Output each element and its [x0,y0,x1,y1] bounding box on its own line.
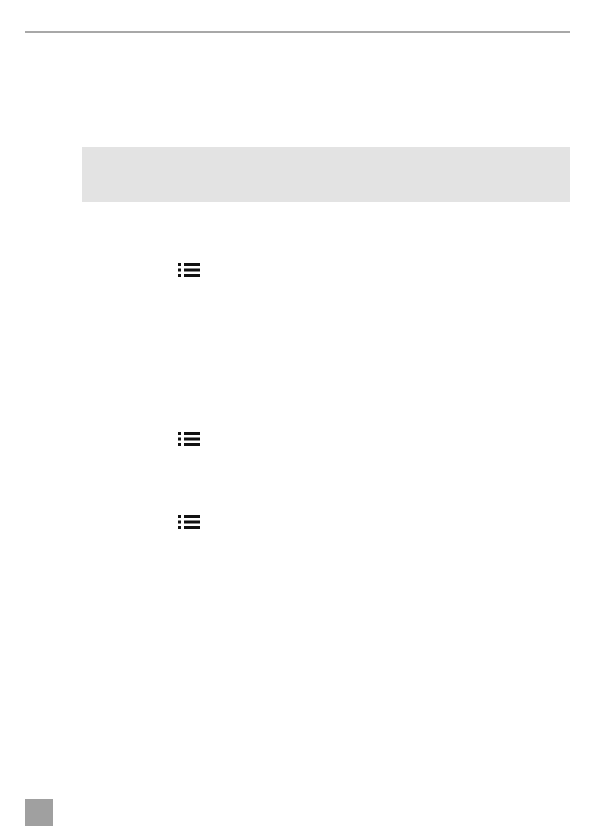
list-icon [178,514,200,530]
list-icon [178,262,200,278]
note-box [82,147,570,202]
header-rule [25,31,570,33]
page-number-marker [25,799,53,826]
list-icon [178,431,200,447]
